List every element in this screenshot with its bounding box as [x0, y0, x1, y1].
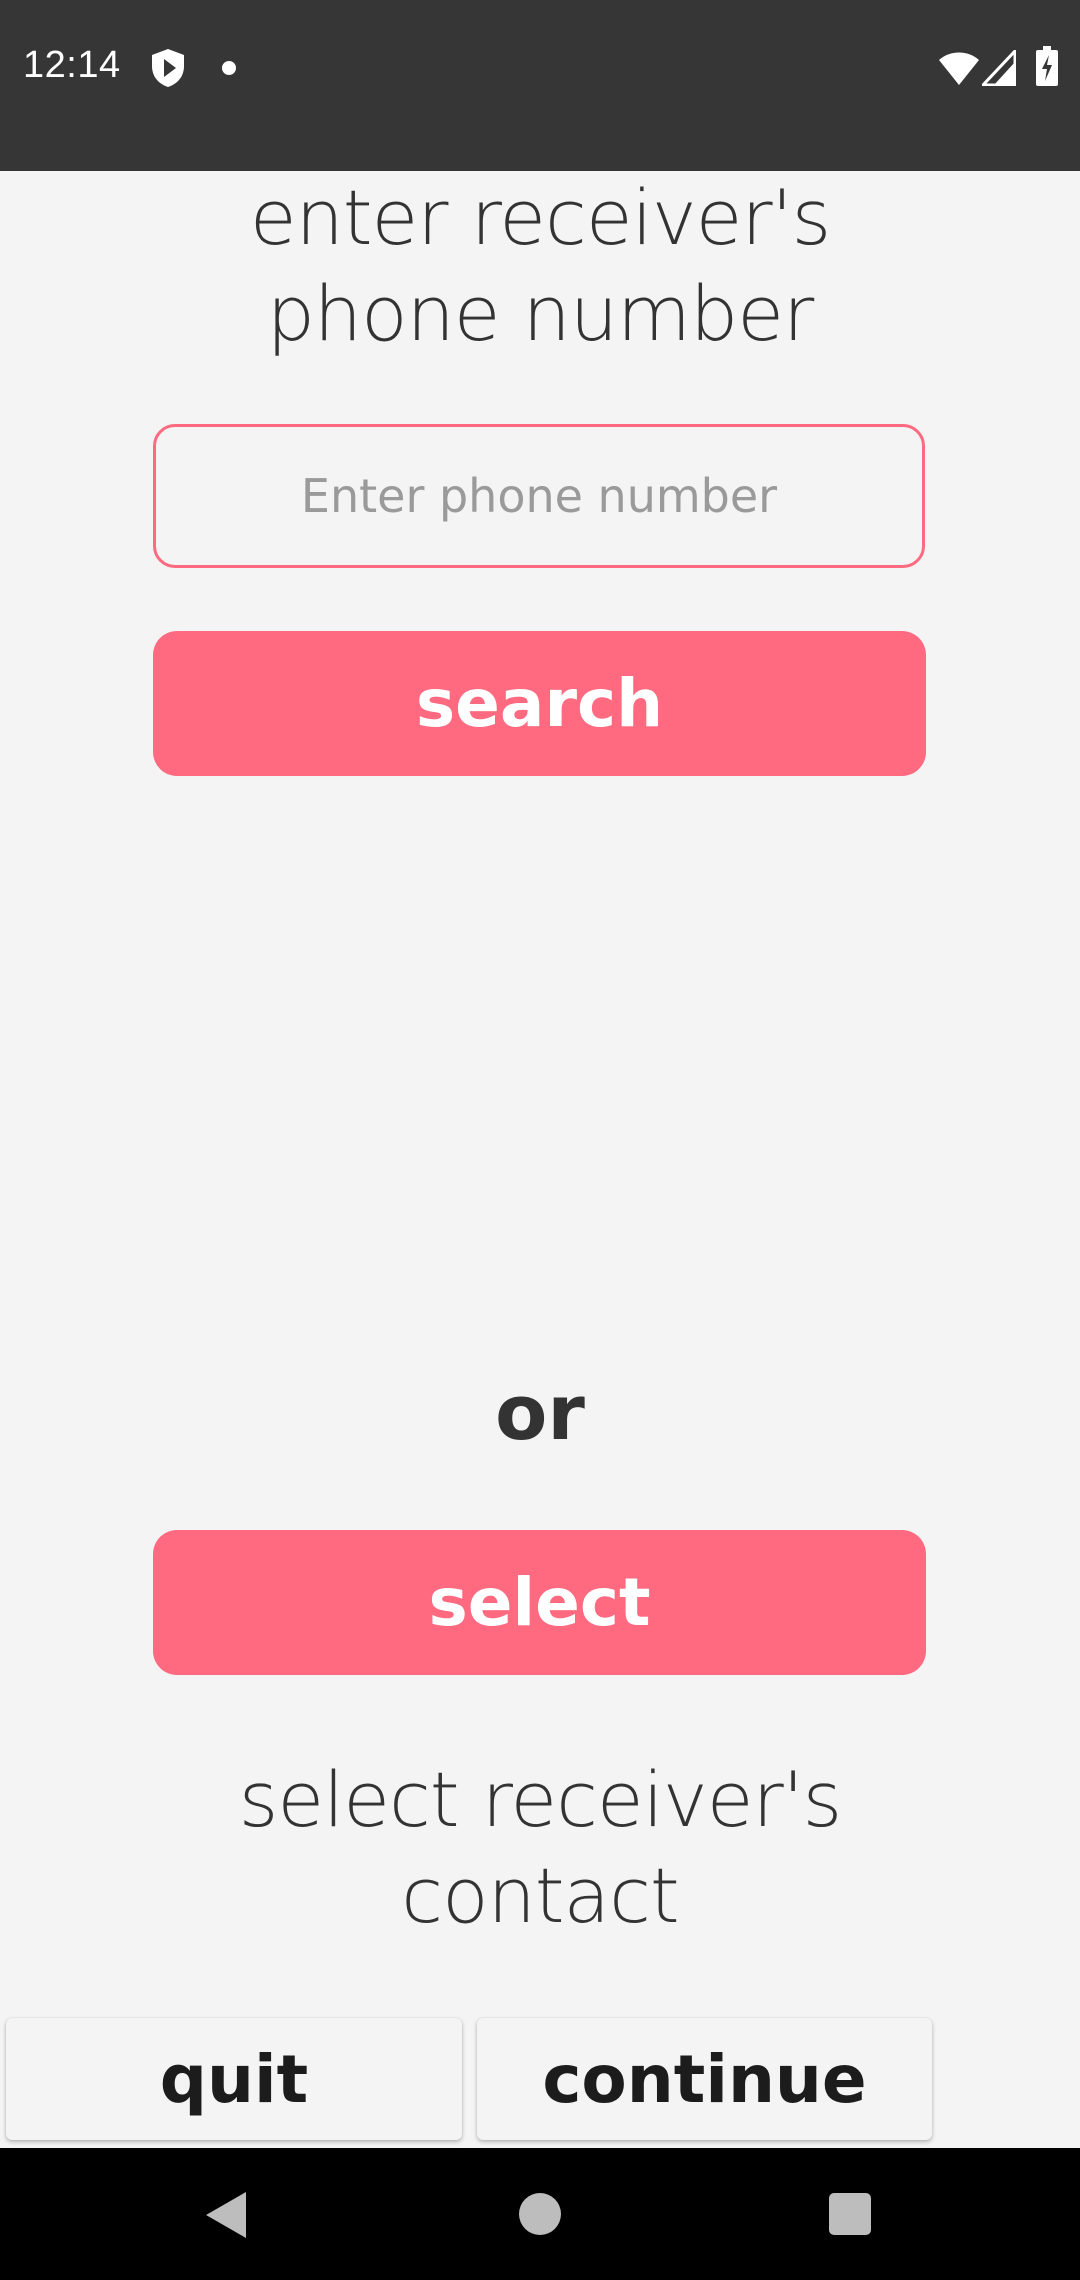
page-title-line2: phone number [266, 269, 815, 358]
page-title-line1: enter receiver's [249, 173, 831, 262]
select-caption: select receiver's contact [0, 1752, 1080, 1944]
notification-dot-icon [222, 61, 236, 75]
or-separator-label: or [495, 1368, 585, 1457]
battery-icon [1036, 46, 1058, 86]
signal-icon [982, 50, 1016, 86]
wifi-icon [939, 52, 979, 85]
select-contact-button[interactable]: select [153, 1530, 926, 1675]
status-bar: 12:14 [0, 0, 1080, 171]
select-caption-line1: select receiver's [238, 1755, 842, 1844]
back-icon[interactable] [204, 2190, 248, 2240]
page-title: enter receiver's phone number [0, 170, 1080, 362]
quit-button[interactable]: quit [6, 2018, 462, 2140]
navigation-bar [0, 2148, 1080, 2280]
continue-button[interactable]: continue [477, 2018, 932, 2140]
recents-icon[interactable] [829, 2193, 871, 2235]
status-time: 12:14 [23, 44, 121, 86]
phone-number-input[interactable] [153, 424, 925, 568]
home-icon[interactable] [519, 2193, 561, 2235]
shield-icon [152, 49, 184, 87]
search-button[interactable]: search [153, 631, 926, 776]
select-caption-line2: contact [401, 1851, 679, 1940]
